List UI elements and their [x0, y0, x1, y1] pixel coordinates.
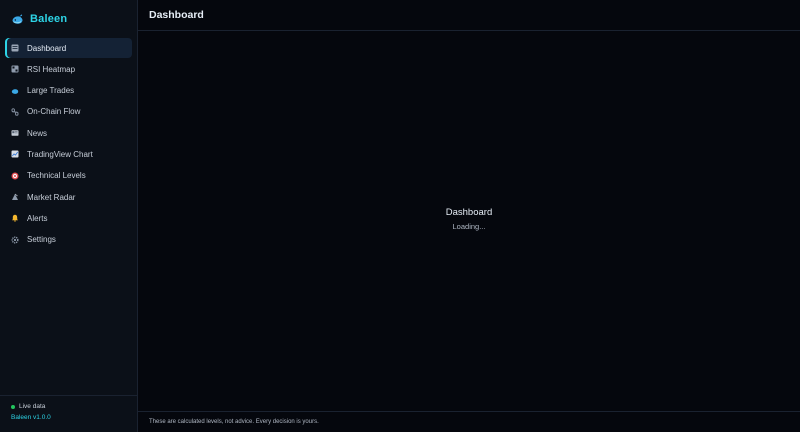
sidebar-item-dashboard[interactable]: Dashboard: [5, 38, 132, 58]
dashboard-icon: [11, 44, 19, 52]
sidebar-item-label: Market Radar: [27, 192, 76, 202]
sidebar-item-label: News: [27, 128, 48, 138]
sidebar-item-label: On-Chain Flow: [27, 107, 81, 117]
sidebar-item-settings[interactable]: Settings: [5, 230, 132, 250]
sidebar-item-rsi-heatmap[interactable]: RSI Heatmap: [5, 59, 132, 79]
loading-status: Loading...: [452, 222, 486, 231]
sidebar-item-large-trades[interactable]: Large Trades: [5, 81, 132, 101]
whale-icon: [11, 87, 19, 95]
page-title: Dashboard: [149, 9, 204, 21]
main-area: Dashboard Dashboard Loading... These are…: [138, 0, 800, 432]
sidebar: Baleen Dashboard RSI Heatmap Large Trade…: [0, 0, 138, 432]
sidebar-footer: Live data Baleen v1.0.0: [0, 395, 137, 432]
sidebar-item-label: RSI Heatmap: [27, 64, 76, 74]
heatmap-icon: [11, 65, 19, 73]
sidebar-item-news[interactable]: News: [5, 123, 132, 143]
sidebar-item-label: Settings: [27, 235, 56, 245]
gear-icon: [11, 236, 19, 244]
sidebar-item-on-chain-flow[interactable]: On-Chain Flow: [5, 102, 132, 122]
app-root: Baleen Dashboard RSI Heatmap Large Trade…: [0, 0, 800, 432]
content-panel: Dashboard Loading...: [138, 31, 800, 411]
newspaper-icon: [11, 129, 19, 137]
chain-icon: [11, 108, 19, 116]
live-data-label: Live data: [19, 403, 46, 410]
sidebar-item-label: Technical Levels: [27, 171, 86, 181]
disclaimer-text: These are calculated levels, not advice.…: [149, 419, 319, 425]
sidebar-item-label: TradingView Chart: [27, 149, 93, 159]
sidebar-item-technical-levels[interactable]: Technical Levels: [5, 166, 132, 186]
bell-icon: [11, 214, 19, 223]
live-status-dot: [11, 404, 15, 409]
sidebar-item-alerts[interactable]: Alerts: [5, 208, 132, 228]
top-bar: Dashboard: [138, 0, 800, 31]
brand[interactable]: Baleen: [0, 0, 137, 38]
sidebar-item-label: Large Trades: [27, 86, 75, 96]
sidebar-item-label: Alerts: [27, 213, 48, 223]
sidebar-item-tradingview-chart[interactable]: TradingView Chart: [5, 144, 132, 164]
target-icon: [11, 172, 19, 180]
whale-icon: [11, 13, 24, 26]
radar-icon: [11, 193, 19, 201]
chart-icon: [11, 150, 19, 158]
app-version: Baleen v1.0.0: [11, 414, 51, 421]
live-data-indicator: Live data: [11, 403, 137, 410]
sidebar-item-label: Dashboard: [27, 43, 67, 53]
disclaimer-bar: These are calculated levels, not advice.…: [138, 411, 800, 432]
brand-name: Baleen: [30, 13, 68, 25]
panel-title: Dashboard: [445, 207, 493, 218]
sidebar-item-market-radar[interactable]: Market Radar: [5, 187, 132, 207]
sidebar-nav: Dashboard RSI Heatmap Large Trades On-Ch…: [0, 38, 137, 251]
